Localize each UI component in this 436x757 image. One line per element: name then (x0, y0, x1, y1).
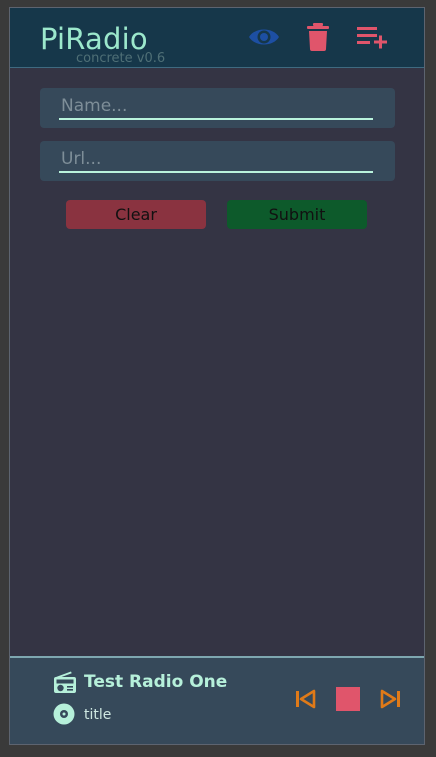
toggle-visibility-button[interactable] (245, 20, 283, 54)
window-frame: PiRadio concrete v0.6 Name... Url... Cle… (0, 0, 436, 757)
radio-icon (54, 671, 76, 693)
eye-icon (249, 29, 279, 45)
stop-button[interactable] (334, 685, 362, 713)
app-version: concrete v0.6 (76, 51, 166, 66)
disc-icon (53, 703, 75, 725)
delete-button[interactable] (299, 20, 337, 54)
next-button[interactable] (377, 685, 405, 713)
stop-icon (336, 687, 360, 711)
name-field-container (40, 88, 395, 128)
skip-next-icon (380, 689, 400, 709)
previous-button[interactable] (291, 685, 319, 713)
track-title: title (84, 707, 112, 723)
url-input[interactable] (59, 147, 373, 173)
skip-previous-icon (296, 689, 316, 709)
url-field-container (40, 141, 395, 181)
clear-button[interactable]: Clear (66, 200, 206, 229)
header: PiRadio concrete v0.6 (10, 8, 424, 68)
add-station-button[interactable] (353, 20, 391, 54)
trash-icon (307, 23, 329, 51)
submit-button[interactable]: Submit (227, 200, 367, 229)
playlist-add-icon (357, 27, 387, 49)
name-input[interactable] (59, 94, 373, 120)
station-name: Test Radio One (84, 672, 228, 692)
player-bar: Test Radio One title (10, 656, 424, 744)
app-container: PiRadio concrete v0.6 Name... Url... Cle… (9, 7, 425, 745)
